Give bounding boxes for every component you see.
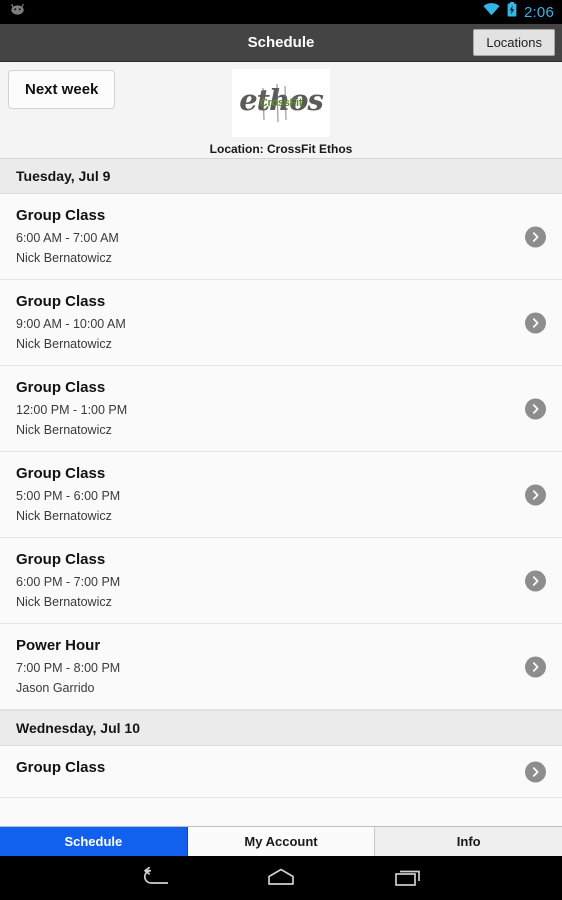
android-mascot-icon <box>10 3 25 21</box>
class-title: Group Class <box>16 551 106 568</box>
chevron-right-icon[interactable] <box>525 484 546 505</box>
tab-info[interactable]: Info <box>375 827 562 856</box>
recents-icon[interactable] <box>383 856 433 900</box>
status-bar-left <box>10 3 25 21</box>
class-time: 6:00 PM - 7:00 PM <box>16 575 121 589</box>
schedule-header-panel: Next week ethos CrossFit Location: Cross… <box>0 62 562 159</box>
class-coach: Jason Garrido <box>16 681 95 695</box>
svg-text:CrossFit: CrossFit <box>260 97 303 109</box>
class-title: Power Hour <box>16 637 101 654</box>
home-icon[interactable] <box>256 856 306 900</box>
back-icon[interactable] <box>129 856 179 900</box>
gym-logo-image: ethos CrossFit <box>233 70 329 136</box>
chevron-right-icon[interactable] <box>525 570 546 591</box>
locations-button[interactable]: Locations <box>473 29 555 56</box>
location-label: Location: CrossFit Ethos <box>209 142 353 156</box>
class-coach: Nick Bernatowicz <box>16 337 112 351</box>
class-time: 6:00 AM - 7:00 AM <box>16 231 119 245</box>
status-bar: 2:06 <box>0 0 562 24</box>
class-title: Group Class <box>16 379 106 396</box>
battery-charging-icon <box>507 2 517 22</box>
class-time: 7:00 PM - 8:00 PM <box>16 661 121 675</box>
wifi-icon <box>483 3 500 21</box>
day-header: Tuesday, Jul 9 <box>0 159 562 194</box>
class-title: Group Class <box>16 465 106 482</box>
class-row[interactable]: Power Hour 7:00 PM - 8:00 PM Jason Garri… <box>0 624 562 710</box>
class-title: Group Class <box>16 759 106 776</box>
next-week-button[interactable]: Next week <box>8 70 116 109</box>
class-title: Group Class <box>16 207 106 224</box>
class-row[interactable]: Group Class 6:00 PM - 7:00 PM Nick Berna… <box>0 538 562 624</box>
tab-schedule[interactable]: Schedule <box>0 827 188 856</box>
chevron-right-icon[interactable] <box>525 761 546 782</box>
gym-logo: ethos CrossFit <box>232 69 330 137</box>
class-title: Group Class <box>16 293 106 310</box>
chevron-right-icon[interactable] <box>525 312 546 333</box>
class-coach: Nick Bernatowicz <box>16 251 112 265</box>
class-row[interactable]: Group Class 9:00 AM - 10:00 AM Nick Bern… <box>0 280 562 366</box>
class-row[interactable]: Group Class 6:00 AM - 7:00 AM Nick Berna… <box>0 194 562 280</box>
class-coach: Nick Bernatowicz <box>16 595 112 609</box>
action-bar: Schedule Locations <box>0 24 562 62</box>
chevron-right-icon[interactable] <box>525 226 546 247</box>
class-time: 9:00 AM - 10:00 AM <box>16 317 126 331</box>
device-screen: 2:06 Schedule Locations Next week ethos … <box>0 0 562 900</box>
tab-my-account[interactable]: My Account <box>187 827 376 856</box>
bottom-tab-bar: Schedule My Account Info <box>0 826 562 856</box>
class-coach: Nick Bernatowicz <box>16 509 112 523</box>
class-time: 5:00 PM - 6:00 PM <box>16 489 121 503</box>
chevron-right-icon[interactable] <box>525 398 546 419</box>
android-nav-bar <box>0 856 562 900</box>
class-row[interactable]: Group Class 12:00 PM - 1:00 PM Nick Bern… <box>0 366 562 452</box>
schedule-list[interactable]: Tuesday, Jul 9 Group Class 6:00 AM - 7:0… <box>0 159 562 826</box>
class-row[interactable]: Group Class <box>0 746 562 798</box>
chevron-right-icon[interactable] <box>525 656 546 677</box>
status-bar-right: 2:06 <box>483 2 554 22</box>
day-header: Wednesday, Jul 10 <box>0 710 562 746</box>
class-coach: Nick Bernatowicz <box>16 423 112 437</box>
class-row[interactable]: Group Class 5:00 PM - 6:00 PM Nick Berna… <box>0 452 562 538</box>
class-time: 12:00 PM - 1:00 PM <box>16 403 128 417</box>
status-bar-clock: 2:06 <box>524 3 554 21</box>
